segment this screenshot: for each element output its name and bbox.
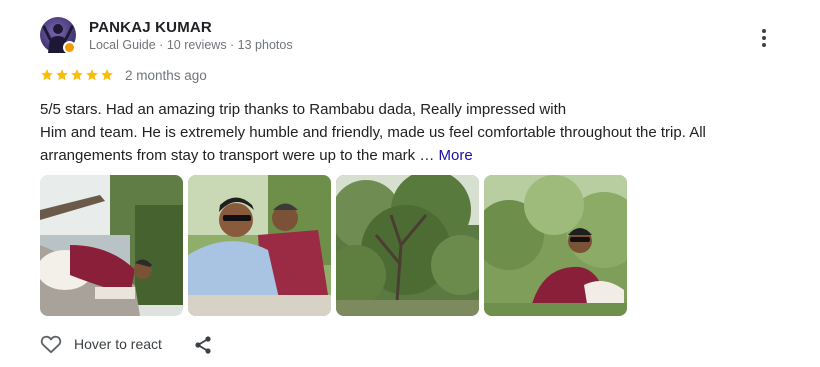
reviewer-meta[interactable]: Local Guide · 10 reviews · 13 photos bbox=[89, 38, 293, 52]
more-vert-icon bbox=[762, 29, 766, 33]
review-text: 5/5 stars. Had an amazing trip thanks to… bbox=[40, 98, 800, 167]
more-vert-dot bbox=[762, 36, 766, 40]
review-line: arrangements from stay to transport were… bbox=[40, 144, 800, 167]
review-photo-4[interactable] bbox=[484, 175, 627, 316]
star-icon bbox=[71, 69, 83, 81]
review-date: 2 months ago bbox=[125, 68, 207, 83]
reviewer-name[interactable]: PANKAJ KUMAR bbox=[89, 19, 212, 36]
review-photo-2[interactable] bbox=[188, 175, 331, 316]
more-link[interactable]: More bbox=[439, 147, 473, 164]
review-actions: Hover to react bbox=[40, 334, 211, 354]
more-vert-dot bbox=[762, 43, 766, 47]
more-options-button[interactable] bbox=[752, 26, 776, 50]
star-icon bbox=[101, 69, 113, 81]
review-photo-1[interactable] bbox=[40, 175, 183, 316]
share-icon[interactable] bbox=[193, 335, 213, 355]
review-line-text: arrangements from stay to transport were… bbox=[40, 147, 439, 164]
review-line: Him and team. He is extremely humble and… bbox=[40, 124, 706, 141]
review-card: PANKAJ KUMAR Local Guide · 10 reviews · … bbox=[0, 0, 820, 367]
react-button[interactable]: Hover to react bbox=[40, 334, 162, 354]
star-rating bbox=[40, 68, 114, 82]
review-photo-3[interactable] bbox=[336, 175, 479, 316]
reviewer-avatar[interactable] bbox=[40, 17, 76, 54]
review-photos bbox=[40, 175, 627, 316]
local-guide-badge-icon bbox=[63, 41, 76, 54]
react-label: Hover to react bbox=[74, 336, 162, 352]
star-icon bbox=[41, 69, 53, 81]
review-line: 5/5 stars. Had an amazing trip thanks to… bbox=[40, 101, 567, 118]
heart-outline-icon bbox=[40, 335, 62, 354]
star-icon bbox=[86, 69, 98, 81]
star-icon bbox=[56, 69, 68, 81]
